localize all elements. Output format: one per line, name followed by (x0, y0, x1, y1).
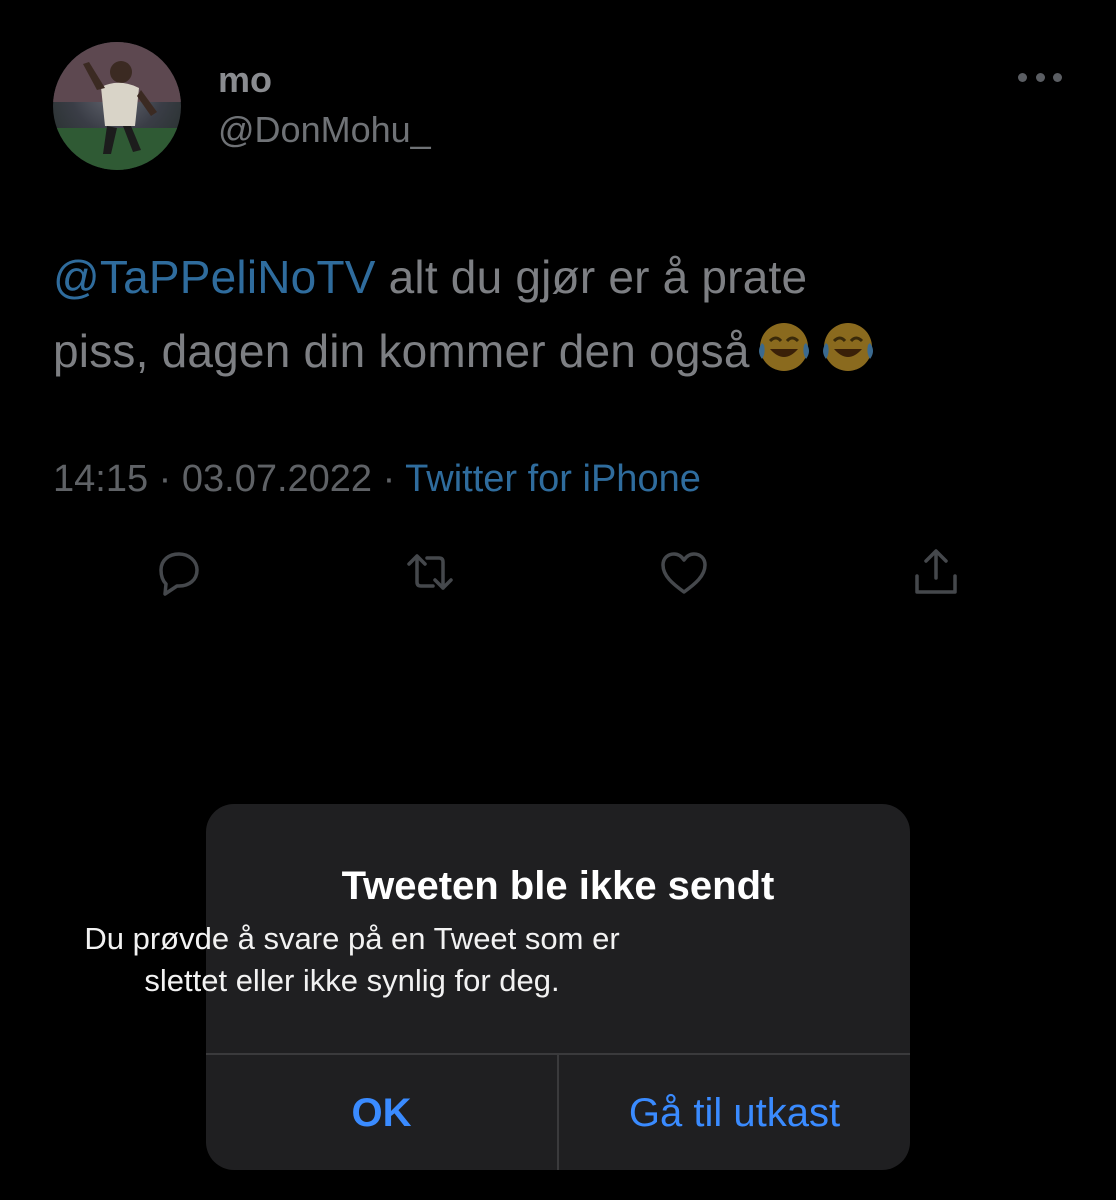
ok-button[interactable]: OK (206, 1055, 557, 1170)
display-name[interactable]: mo (218, 58, 272, 102)
go-to-drafts-button[interactable]: Gå til utkast (559, 1055, 910, 1170)
reply-button[interactable] (151, 546, 205, 600)
tweet-meta: 14:15 · 03.07.2022 · Twitter for iPhone (53, 456, 701, 502)
avatar[interactable] (53, 42, 181, 170)
meta-separator: · (372, 458, 406, 500)
retweet-button[interactable] (403, 546, 457, 600)
retweet-icon (407, 554, 453, 590)
mention-link[interactable]: @TaPPeliNoTV (53, 251, 376, 303)
heart-icon (661, 552, 707, 594)
tweet-text: @TaPPeliNoTV alt du gjør er å prate piss… (53, 240, 1073, 388)
reply-icon (159, 552, 199, 596)
alert-message-line2: slettet eller ikke synlig for deg. (144, 963, 560, 998)
meta-separator: · (148, 458, 182, 500)
alert-title: Tweeten ble ikke sendt (341, 864, 775, 908)
tweet-source-link[interactable]: Twitter for iPhone (405, 458, 701, 500)
alert-message: Du prøvde å svare på en Tweet som er sle… (40, 918, 664, 1002)
laughing-emoji-icon (822, 323, 873, 371)
share-icon (915, 549, 957, 594)
avatar-photo-icon (53, 42, 181, 170)
tweet-text-line1: alt du gjør er å prate (375, 251, 808, 303)
tweet-date: 03.07.2022 (181, 458, 373, 500)
laughing-emoji-icon (758, 323, 809, 371)
tweet-time: 14:15 (53, 458, 149, 500)
user-handle[interactable]: @DonMohu_ (218, 108, 431, 152)
share-button[interactable] (909, 546, 963, 600)
alert-message-line1: Du prøvde å svare på en Tweet som er (84, 921, 620, 956)
like-button[interactable] (657, 546, 711, 600)
more-options-icon[interactable] (1018, 62, 1062, 92)
tweet-text-line2: piss, dagen din kommer den også (53, 325, 750, 377)
